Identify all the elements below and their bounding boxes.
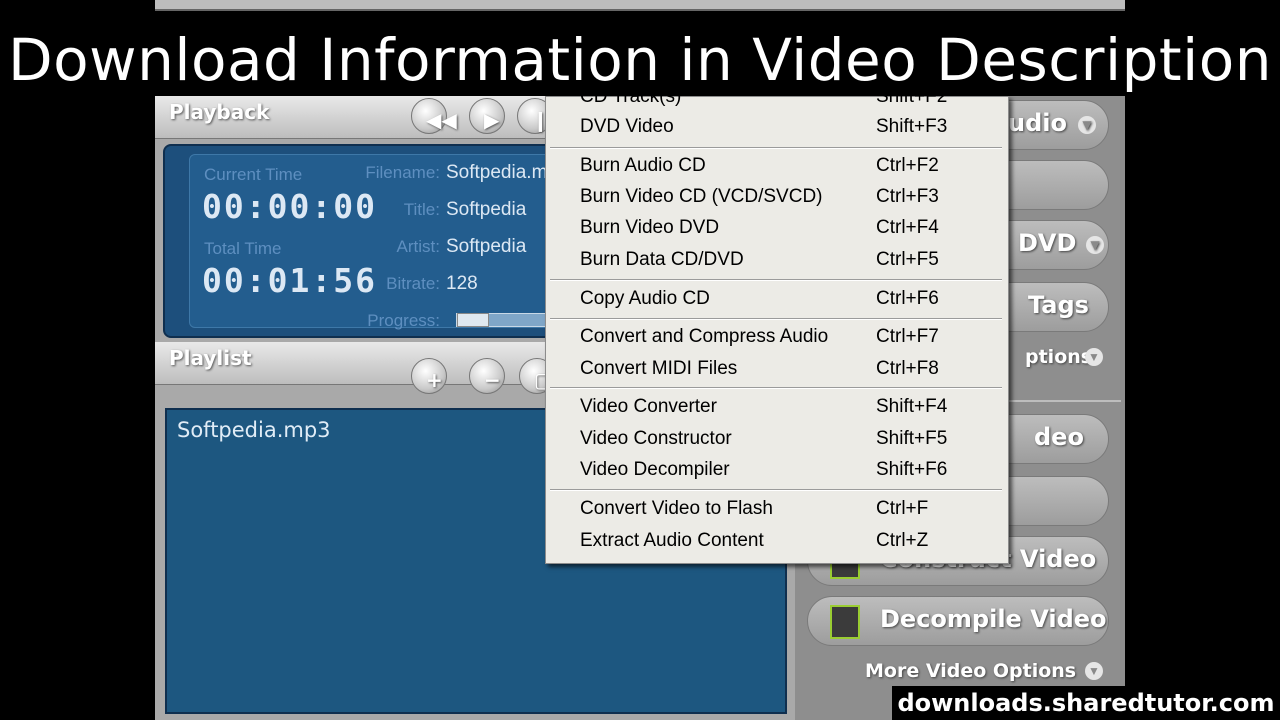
- film-icon: [830, 605, 860, 639]
- menu-separator: [550, 489, 1002, 491]
- artist-value: Softpedia: [446, 236, 527, 257]
- menu-item-video-decompiler[interactable]: Video Decompiler Shift+F6: [546, 456, 1006, 487]
- remove-button[interactable]: −: [469, 358, 505, 394]
- progress-thumb[interactable]: [457, 313, 489, 327]
- total-time-label: Total Time: [204, 239, 282, 258]
- more-video-options-label: More Video Options: [865, 660, 1077, 682]
- menu-item-convert-video-to-flash[interactable]: Convert Video to Flash Ctrl+F: [546, 495, 1006, 526]
- menu-item-convert-midi-files[interactable]: Convert MIDI Files Ctrl+F8: [546, 355, 1006, 386]
- menu-item-burn-video-cd[interactable]: Burn Video CD (VCD/SVCD) Ctrl+F3: [546, 183, 1006, 214]
- menu-item-video-converter[interactable]: Video Converter Shift+F4: [546, 393, 1006, 424]
- menu-item-burn-audio-cd[interactable]: Burn Audio CD Ctrl+F2: [546, 152, 1006, 183]
- progress-bar[interactable]: [456, 313, 552, 327]
- playback-panel: Current Time 00:00:00 Total Time 00:01:5…: [163, 144, 559, 338]
- add-button[interactable]: +: [411, 358, 447, 394]
- chevron-down-icon: ▼: [1085, 348, 1103, 366]
- menu-separator: [550, 387, 1002, 389]
- menu-separator: [550, 318, 1002, 320]
- filename-label: Filename:: [365, 163, 440, 182]
- title-label: Title:: [403, 200, 440, 219]
- menu-item-dvd-video[interactable]: DVD Video Shift+F3: [546, 113, 1006, 144]
- play-icon: ▶: [484, 108, 500, 132]
- menu-item-copy-audio-cd[interactable]: Copy Audio CD Ctrl+F6: [546, 285, 1006, 316]
- more-audio-options-link[interactable]: ptions: [1025, 346, 1092, 368]
- playback-title: Playback: [169, 100, 270, 124]
- menu-item-burn-video-dvd[interactable]: Burn Video DVD Ctrl+F4: [546, 214, 1006, 245]
- menu-item-burn-data-cd-dvd[interactable]: Burn Data CD/DVD Ctrl+F5: [546, 246, 1006, 277]
- bitrate-value: 128: [446, 273, 478, 294]
- chevron-down-icon: ▼: [1085, 662, 1103, 680]
- dvd-button-label: DVD: [1018, 229, 1077, 257]
- decompile-video-label: Decompile Video: [880, 605, 1107, 633]
- rewind-button[interactable]: ◀◀: [411, 98, 457, 134]
- playback-display: Current Time 00:00:00 Total Time 00:01:5…: [189, 154, 552, 330]
- menu-item-cd-tracks[interactable]: CD Track(s) Shift+F2: [546, 83, 1006, 114]
- minus-icon: −: [484, 368, 501, 392]
- decompile-video-button[interactable]: Decompile Video: [807, 596, 1109, 646]
- play-button[interactable]: ▶: [469, 98, 505, 134]
- menu-item-convert-compress-audio[interactable]: Convert and Compress Audio Ctrl+F7: [546, 323, 1006, 354]
- filename-value: Softpedia.m: [446, 162, 548, 183]
- rewind-icon: ◀◀: [426, 108, 457, 132]
- menu-separator: [550, 279, 1002, 281]
- site-watermark: downloads.sharedtutor.com: [892, 686, 1280, 720]
- playlist-title: Playlist: [169, 346, 252, 370]
- current-time-label: Current Time: [204, 165, 303, 184]
- menu-item-video-constructor[interactable]: Video Constructor Shift+F5: [546, 425, 1006, 456]
- artist-label: Artist:: [396, 237, 440, 256]
- title-value: Softpedia: [446, 199, 527, 220]
- chevron-down-icon: ▼: [1078, 116, 1096, 134]
- more-audio-options-label: ptions: [1025, 346, 1093, 368]
- more-video-options-link[interactable]: More Video Options: [865, 660, 1076, 682]
- bitrate-label: Bitrate:: [386, 274, 440, 293]
- video-button-label: deo: [1034, 423, 1084, 451]
- window-top-edge: [155, 0, 1125, 11]
- progress-label: Progress:: [367, 311, 440, 330]
- menu-item-extract-audio-content[interactable]: Extract Audio Content Ctrl+Z: [546, 527, 1006, 558]
- tools-dropdown-menu: CD Track(s) Shift+F2 DVD Video Shift+F3 …: [545, 86, 1009, 564]
- audio-button-label: udio: [1008, 109, 1067, 137]
- plus-icon: +: [426, 368, 443, 392]
- list-item[interactable]: Softpedia.mp3: [177, 418, 331, 442]
- tags-button-label: Tags: [1028, 291, 1089, 319]
- menu-separator: [550, 147, 1002, 149]
- chevron-down-icon: ▼: [1086, 236, 1104, 254]
